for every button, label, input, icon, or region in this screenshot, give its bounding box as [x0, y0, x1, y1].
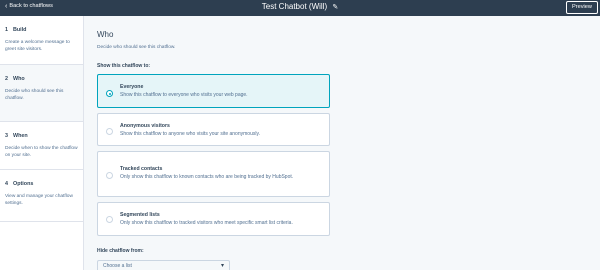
select-value: Choose a list: [103, 263, 132, 269]
option-everyone[interactable]: Everyone Show this chatflow to everyone …: [97, 74, 330, 108]
main-content: Who Decide who should see this chatflow.…: [85, 16, 600, 270]
hide-from-label: Hide chatflow from:: [97, 248, 144, 254]
option-description: Only show this chatflow to known contact…: [120, 174, 294, 180]
step-description: Create a welcome message to greet site v…: [5, 40, 70, 52]
option-title: Anonymous visitors: [120, 123, 170, 129]
radio-button[interactable]: [106, 90, 113, 97]
step-description: Decide who should see this chatflow.: [5, 89, 64, 101]
preview-button[interactable]: Preview: [566, 1, 598, 14]
radio-button[interactable]: [106, 128, 113, 135]
option-anonymous-visitors[interactable]: Anonymous visitors Show this chatflow to…: [97, 113, 330, 146]
pencil-icon[interactable]: ✎: [332, 3, 338, 11]
step-description: View and manage your chatflow settings.: [5, 194, 73, 206]
radio-button[interactable]: [106, 216, 113, 223]
sidebar-step-who[interactable]: 2 Who Decide who should see this chatflo…: [0, 65, 83, 122]
option-title: Tracked contacts: [120, 166, 163, 172]
option-description: Show this chatflow to everyone who visit…: [120, 92, 248, 98]
chatflow-title[interactable]: Test Chatbot (Will) ✎: [0, 2, 600, 11]
step-number: 4: [5, 181, 8, 187]
step-number: 1: [5, 27, 8, 33]
top-bar: ‹ Back to chatflows Test Chatbot (Will) …: [0, 0, 600, 16]
sidebar-step-options[interactable]: 4 Options View and manage your chatflow …: [0, 170, 83, 222]
option-segmented-lists[interactable]: Segmented lists Only show this chatflow …: [97, 202, 330, 236]
step-number: 3: [5, 133, 8, 139]
option-title: Everyone: [120, 84, 144, 90]
step-number: 2: [5, 76, 8, 82]
option-tracked-contacts[interactable]: Tracked contacts Only show this chatflow…: [97, 151, 330, 197]
option-description: Show this chatflow to anyone who visits …: [120, 131, 260, 137]
option-title: Segmented lists: [120, 212, 160, 218]
hide-list-select[interactable]: Choose a list ▾: [97, 260, 230, 270]
radio-button[interactable]: [106, 172, 113, 179]
sidebar-step-build[interactable]: 1 Build Create a welcome message to gree…: [0, 16, 83, 65]
sidebar-step-when[interactable]: 3 When Decide when to show the chatflow …: [0, 122, 83, 170]
step-description: Decide when to show the chatflow on your…: [5, 146, 78, 158]
page-title: Who: [97, 30, 114, 39]
chevron-down-icon: ▾: [220, 263, 224, 269]
step-label: Build: [13, 27, 27, 33]
steps-sidebar: 1 Build Create a welcome message to gree…: [0, 16, 84, 270]
chatflow-title-text: Test Chatbot (Will): [261, 2, 328, 11]
show-to-label: Show this chatflow to:: [97, 63, 151, 69]
step-label: Who: [13, 76, 25, 82]
option-description: Only show this chatflow to tracked visit…: [120, 220, 293, 226]
step-label: When: [13, 133, 28, 139]
step-label: Options: [13, 181, 34, 187]
page-subtitle: Decide who should see this chatflow.: [97, 45, 176, 50]
